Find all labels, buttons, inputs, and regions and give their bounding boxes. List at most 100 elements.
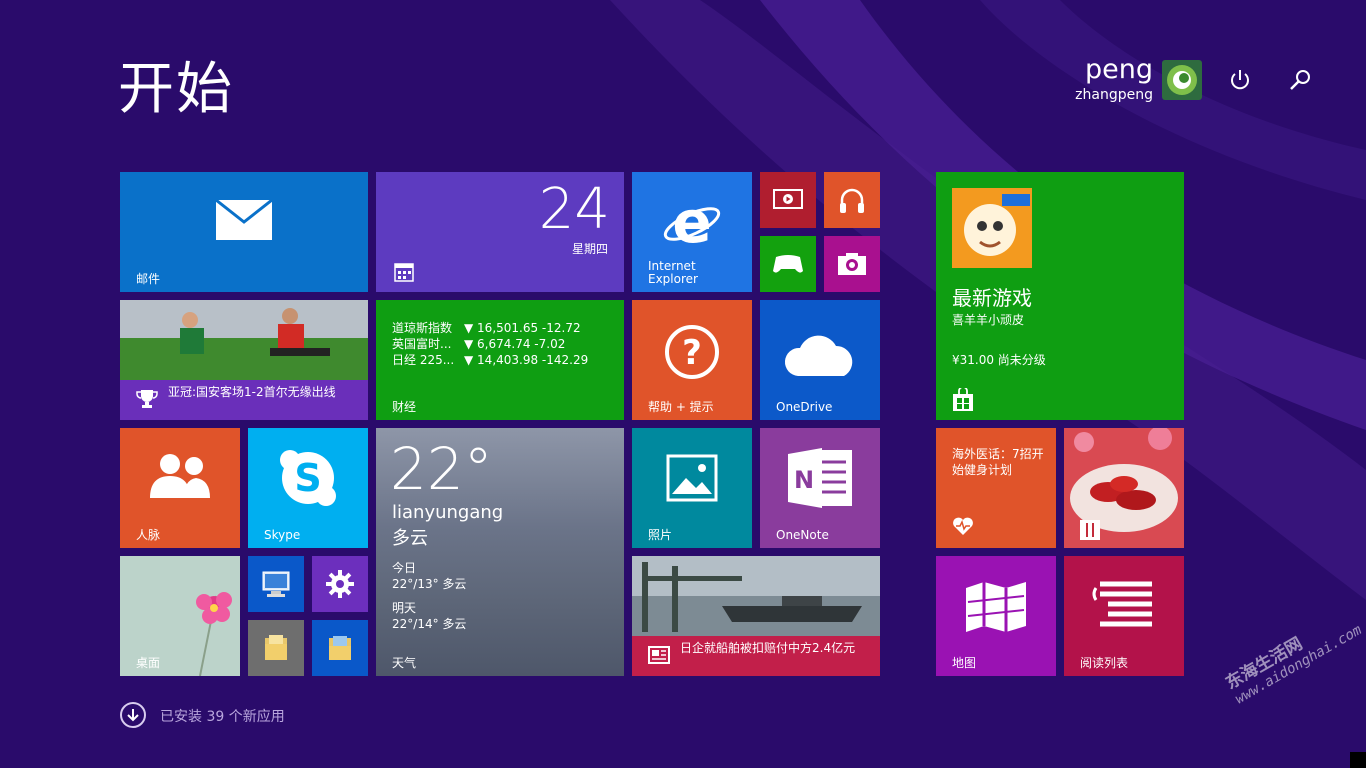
svg-text:N: N — [794, 466, 814, 494]
search-icon — [1290, 70, 1310, 90]
tile-games[interactable] — [760, 236, 816, 292]
finance-name: 日经 225... — [392, 353, 455, 367]
all-apps-link[interactable]: 已安装 39 个新应用 — [120, 702, 320, 730]
tile-onedrive[interactable]: OneDrive — [760, 300, 880, 420]
finance-value: ▼ 6,674.74 -7.02 — [464, 337, 566, 351]
tile-label: 财经 — [392, 400, 417, 414]
computer-icon — [262, 571, 290, 597]
store-game-name: 喜羊羊小顽皮 — [952, 313, 1025, 327]
tile-photo-viewer[interactable] — [312, 620, 368, 676]
tile-label: 帮助 + 提示 — [648, 400, 714, 414]
corner-block — [1350, 752, 1366, 768]
calendar-weekday: 星期四 — [571, 242, 608, 256]
tile-weather[interactable]: 22° lianyungang 多云 今日 22°/13° 多云 明天 22°/… — [376, 428, 624, 676]
tile-help[interactable]: ? 帮助 + 提示 — [632, 300, 752, 420]
camera-icon — [838, 253, 866, 275]
all-apps-label: 已安装 39 个新应用 — [160, 709, 285, 725]
tile-calendar[interactable]: 24 星期四 — [376, 172, 624, 292]
weather-today-label: 今日 — [392, 561, 417, 575]
cloud-icon — [784, 335, 853, 376]
finance-name: 英国富时... — [392, 337, 452, 351]
tile-label: OneDrive — [776, 400, 833, 414]
gear-icon — [326, 570, 354, 598]
internet-explorer-icon: e — [663, 192, 721, 252]
trophy-icon — [136, 390, 158, 408]
heart-pulse-icon — [953, 517, 973, 535]
weather-temp: 22° — [390, 435, 493, 503]
sports-caption-bar: 亚冠:国安客场1-2首尔无缘出线 — [120, 380, 368, 420]
tile-store[interactable]: 最新游戏 喜羊羊小顽皮 ¥31.00 尚未分级 — [936, 172, 1184, 420]
weather-condition: 多云 — [392, 528, 428, 549]
arrow-down-icon — [120, 702, 146, 728]
tile-health[interactable]: 海外医话：7招开始健身计划 — [936, 428, 1056, 548]
onenote-icon: N — [788, 448, 852, 508]
tile-settings[interactable] — [312, 556, 368, 612]
tile-camera[interactable] — [824, 236, 880, 292]
store-title: 最新游戏 — [952, 286, 1032, 310]
tile-desktop[interactable]: 桌面 — [120, 556, 240, 676]
tile-reading-list[interactable]: 阅读列表 — [1064, 556, 1184, 676]
finance-list: 道琼斯指数 ▼ 16,501.65 -12.72 英国富时... ▼ 6,674.7… — [392, 320, 588, 368]
food-icon — [1080, 520, 1100, 540]
avatar[interactable] — [1162, 60, 1202, 100]
tile-finance[interactable]: 道琼斯指数 ▼ 16,501.65 -12.72 英国富时... ▼ 6,674.7… — [376, 300, 624, 420]
tile-this-pc[interactable] — [248, 556, 304, 612]
tile-label: 天气 — [392, 656, 417, 670]
tile-label: 阅读列表 — [1080, 656, 1129, 670]
map-icon — [966, 582, 1026, 632]
user-last-name[interactable]: zhangpeng — [1075, 87, 1153, 103]
tile-food[interactable] — [1064, 428, 1184, 548]
photo-folder-icon — [329, 636, 351, 660]
avatar-logo-icon — [1167, 65, 1197, 95]
tile-label: OneNote — [776, 528, 829, 542]
sports-photo — [120, 300, 368, 380]
tile-people[interactable]: 人脉 — [120, 428, 240, 548]
user-first-name[interactable]: peng — [1085, 54, 1153, 85]
news-photo — [632, 556, 880, 636]
calendar-icon — [394, 263, 414, 282]
tile-label: 桌面 — [136, 656, 161, 670]
tile-music[interactable] — [824, 172, 880, 228]
tile-onenote[interactable]: N OneNote — [760, 428, 880, 548]
people-icon — [150, 454, 210, 498]
tile-skype[interactable]: S Skype — [248, 428, 368, 548]
tile-label: 照片 — [648, 528, 673, 542]
page-title: 开始 — [118, 57, 234, 122]
finance-value: ▼ 14,403.98 -142.29 — [464, 353, 589, 367]
tile-file-explorer[interactable] — [248, 620, 304, 676]
svg-text:S: S — [294, 456, 321, 500]
svg-text:?: ? — [682, 333, 702, 373]
tile-label: 地图 — [952, 656, 977, 670]
power-icon — [1231, 70, 1249, 90]
weather-tomorrow-value: 22°/14° 多云 — [392, 617, 467, 631]
tile-internet-explorer[interactable]: e Internet Explorer — [632, 172, 752, 292]
tile-mail[interactable]: 邮件 — [120, 172, 368, 292]
tile-news[interactable]: 日企就船舶被扣赔付中方2.4亿元 — [632, 556, 880, 676]
svg-text:e: e — [672, 192, 711, 252]
weather-tomorrow-label: 明天 — [392, 601, 417, 615]
ie-label-line2: Explorer — [648, 272, 698, 286]
calendar-day: 24 — [538, 177, 610, 242]
weather-city: lianyungang — [392, 502, 504, 523]
tile-sports[interactable]: 亚冠:国安客场1-2首尔无缘出线 — [120, 300, 368, 420]
gamepad-icon — [773, 255, 803, 273]
search-button[interactable] — [1286, 66, 1314, 94]
power-button[interactable] — [1226, 66, 1254, 94]
store-price: ¥31.00 尚未分级 — [952, 353, 1046, 367]
news-caption-bar: 日企就船舶被扣赔付中方2.4亿元 — [632, 636, 880, 676]
tile-label: 邮件 — [136, 272, 161, 286]
news-caption: 日企就船舶被扣赔付中方2.4亿元 — [680, 641, 856, 655]
headphones-icon — [840, 188, 864, 213]
tile-maps[interactable]: 地图 — [936, 556, 1056, 676]
question-icon: ? — [665, 325, 719, 379]
watermark: 东海生活网 www.aidonghai.com — [1220, 600, 1365, 708]
finance-name: 道琼斯指数 — [392, 321, 453, 335]
weather-today-value: 22°/13° 多云 — [392, 577, 467, 591]
reading-list-icon — [1092, 581, 1152, 627]
store-icon — [953, 388, 973, 411]
tile-photos[interactable]: 照片 — [632, 428, 752, 548]
tile-video[interactable] — [760, 172, 816, 228]
mail-icon — [216, 200, 272, 240]
sports-caption: 亚冠:国安客场1-2首尔无缘出线 — [168, 385, 336, 399]
video-icon — [773, 189, 803, 209]
